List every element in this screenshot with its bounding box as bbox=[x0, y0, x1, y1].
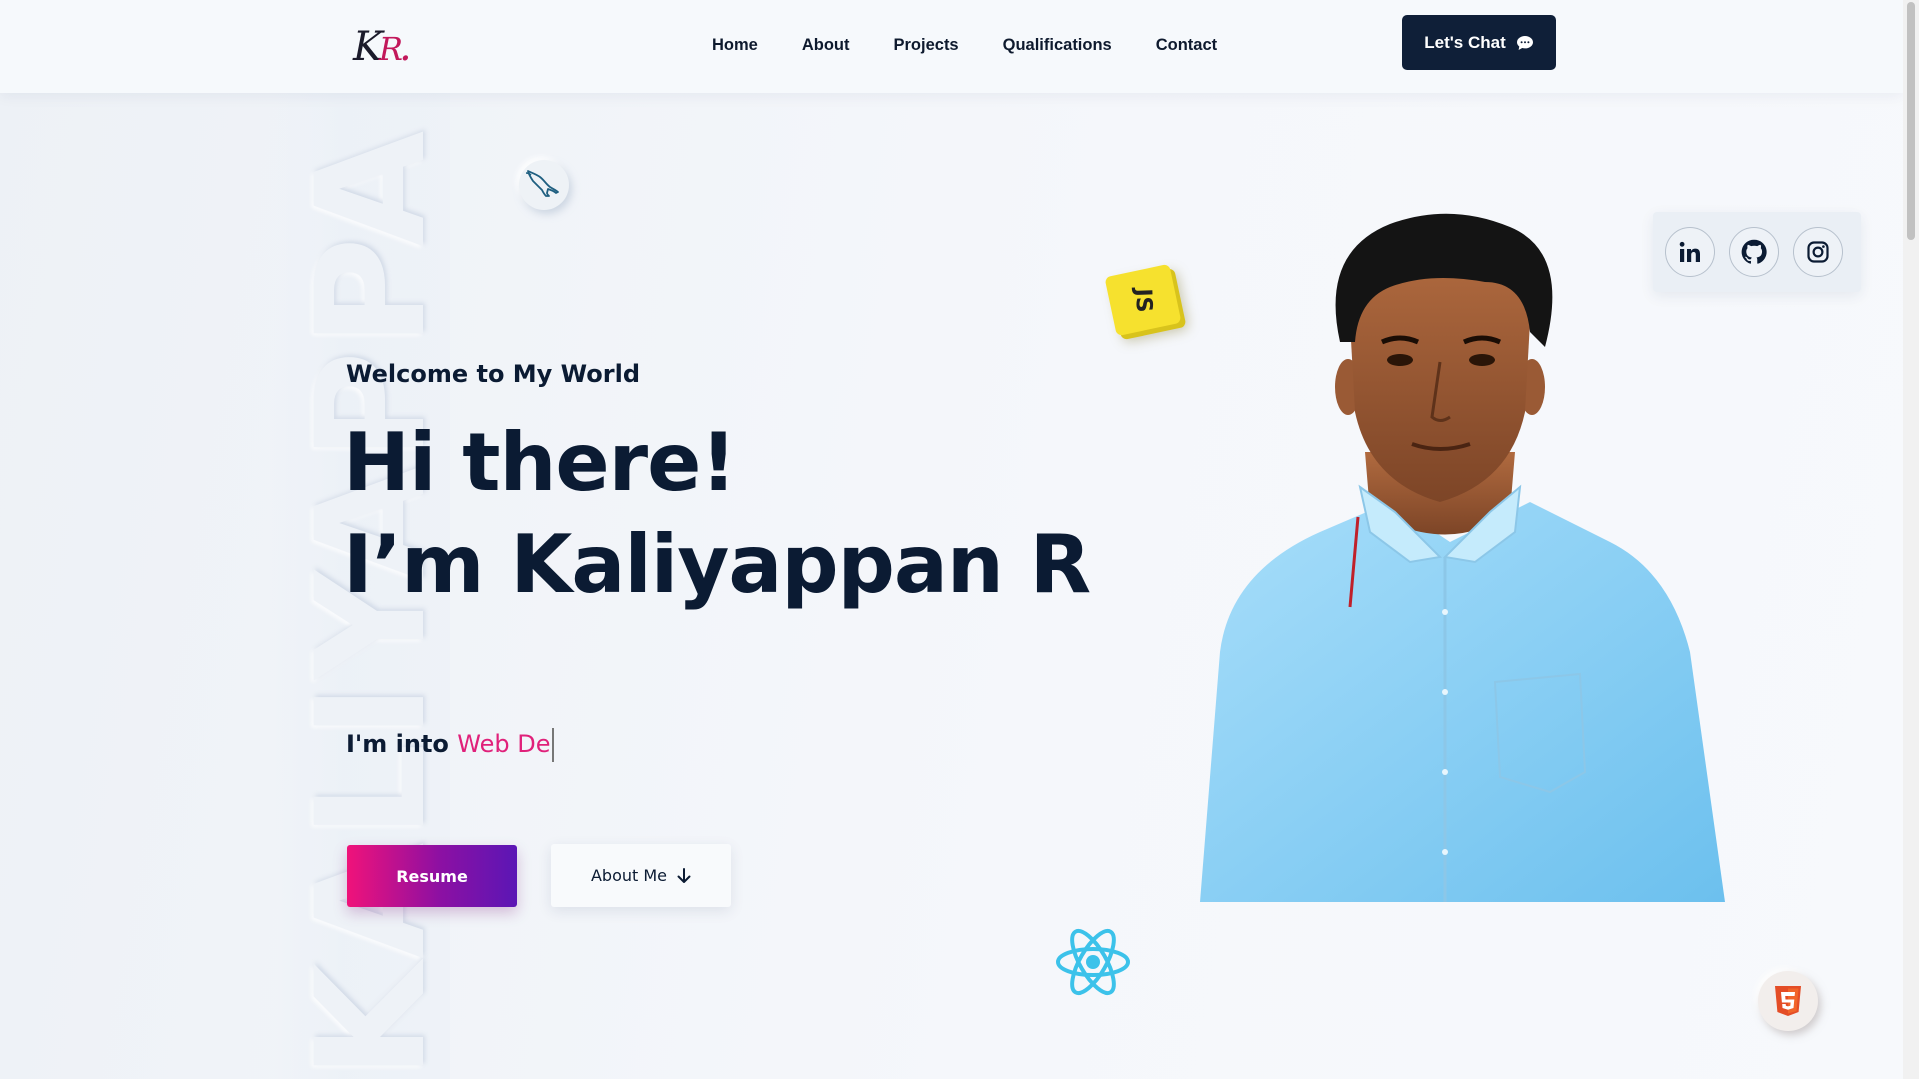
hero-heading-line1: Hi there! bbox=[343, 416, 737, 509]
html5-icon bbox=[1758, 971, 1818, 1031]
hero-heading: Hi there! I’m Kaliyappan R bbox=[343, 412, 1091, 616]
nav-link-about[interactable]: About bbox=[802, 36, 850, 55]
github-icon bbox=[1741, 239, 1767, 264]
javascript-label: JS bbox=[1130, 287, 1156, 313]
navbar: KR. Home About Projects Qualifications C… bbox=[0, 0, 1903, 93]
profile-photo bbox=[1200, 213, 1725, 902]
scrollbar-thumb[interactable] bbox=[1907, 2, 1915, 240]
logo-dot: . bbox=[398, 24, 412, 70]
typed-role-text: Web De bbox=[457, 730, 551, 758]
about-me-button[interactable]: About Me bbox=[551, 844, 731, 907]
typed-role-prefix: I'm into bbox=[346, 730, 449, 758]
linkedin-icon bbox=[1679, 241, 1700, 262]
javascript-icon: JS bbox=[1104, 263, 1182, 337]
lets-chat-button[interactable]: Let's Chat bbox=[1402, 15, 1556, 70]
about-me-button-label: About Me bbox=[590, 866, 668, 885]
instagram-button[interactable] bbox=[1793, 227, 1843, 277]
github-button[interactable] bbox=[1729, 227, 1779, 277]
linkedin-button[interactable] bbox=[1665, 227, 1715, 277]
page-scrollbar[interactable] bbox=[1903, 0, 1919, 1079]
hero-heading-line2: I’m Kaliyappan R bbox=[343, 518, 1091, 611]
welcome-subtitle: Welcome to My World bbox=[346, 360, 641, 388]
nav-links: Home About Projects Qualifications Conta… bbox=[712, 36, 1261, 55]
nav-link-contact[interactable]: Contact bbox=[1156, 36, 1217, 55]
react-atom-icon bbox=[1056, 929, 1130, 995]
logo-k: K bbox=[353, 24, 383, 70]
arrow-down-icon bbox=[677, 867, 691, 883]
logo-r: R bbox=[378, 30, 403, 68]
lets-chat-label: Let's Chat bbox=[1424, 32, 1506, 52]
resume-button[interactable]: Resume bbox=[347, 845, 517, 907]
site-logo[interactable]: KR. bbox=[353, 24, 412, 70]
resume-button-label: Resume bbox=[396, 866, 468, 886]
instagram-icon bbox=[1807, 241, 1829, 263]
nav-link-qualifications[interactable]: Qualifications bbox=[1003, 36, 1112, 55]
nav-link-home[interactable]: Home bbox=[712, 36, 758, 55]
typed-role-line: I'm into Web De bbox=[346, 728, 555, 762]
mysql-dolphin-icon bbox=[519, 160, 569, 210]
typing-cursor bbox=[552, 728, 555, 762]
page: KALIYAPPA KR. Home About Projects Qualif… bbox=[0, 0, 1903, 1079]
chat-bubble-icon bbox=[1516, 35, 1533, 50]
social-links bbox=[1653, 212, 1861, 292]
nav-link-projects[interactable]: Projects bbox=[894, 36, 959, 55]
